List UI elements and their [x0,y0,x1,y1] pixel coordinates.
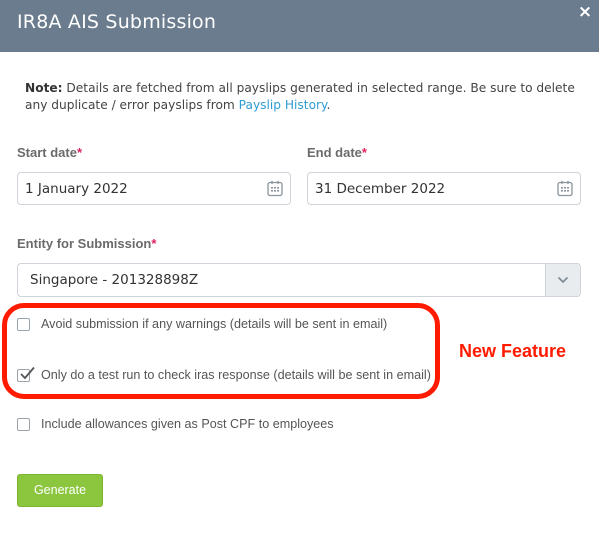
end-date-label-text: End date [307,145,362,160]
entity-select[interactable]: Singapore - 201328898Z [17,263,581,297]
calendar-icon[interactable] [557,180,573,197]
calendar-icon[interactable] [267,180,283,197]
end-date-label: End date* [307,145,367,160]
start-date-label: Start date* [17,145,82,160]
start-date-input[interactable]: 1 January 2022 [17,172,291,205]
entity-value: Singapore - 201328898Z [30,272,199,288]
required-mark: * [151,236,157,251]
payslip-history-link[interactable]: Payslip History [239,98,327,112]
entity-label: Entity for Submission* [17,236,156,251]
entity-label-text: Entity for Submission [17,236,152,251]
end-date-value: 31 December 2022 [315,181,446,197]
chevron-down-icon [557,276,569,284]
required-mark: * [76,145,83,160]
required-mark: * [361,145,367,160]
start-date-label-text: Start date [17,145,77,160]
new-feature-highlight [2,303,440,399]
close-icon[interactable]: × [576,3,594,21]
checkbox[interactable] [17,418,30,431]
new-feature-annotation: New Feature [459,341,567,361]
dialog-title: IR8A AIS Submission [17,11,217,33]
note-end: . [326,98,331,112]
option-label: Include allowances given as Post CPF to … [41,417,334,431]
end-date-input[interactable]: 31 December 2022 [307,172,581,205]
generate-button[interactable]: Generate [17,474,103,507]
select-arrow[interactable] [545,264,580,296]
note-text: Note: Details are fetched from all paysl… [25,80,585,114]
start-date-value: 1 January 2022 [25,181,128,197]
dialog-header: IR8A AIS Submission × [0,0,599,52]
note-label: Note: [25,81,63,95]
